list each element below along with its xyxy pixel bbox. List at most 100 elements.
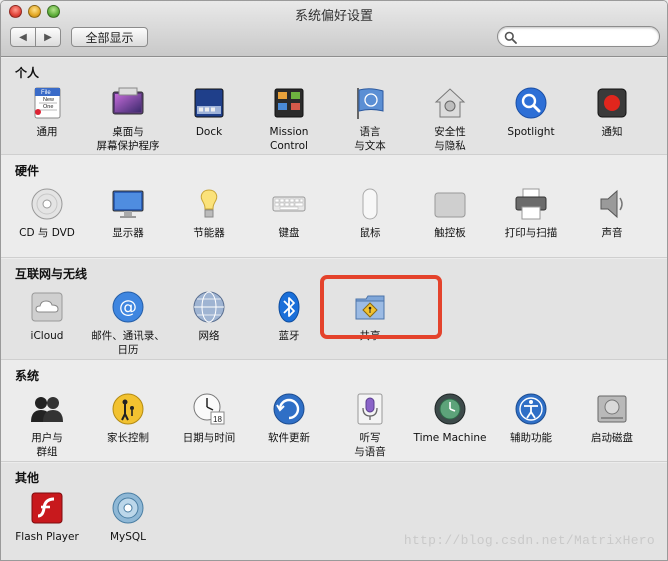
pane-dock[interactable]: Dock	[169, 86, 249, 139]
pane-desktop-screensaver[interactable]: 桌面与 屏幕保护程序	[88, 86, 168, 153]
keyboard-icon	[272, 196, 306, 212]
pane-users-groups[interactable]: 用户与 群组	[7, 392, 87, 459]
clock-calendar-icon: 18	[193, 393, 225, 425]
search-input[interactable]	[520, 29, 654, 44]
pane-label-icloud: iCloud	[30, 330, 64, 342]
pane-mission-control[interactable]: Mission Control	[249, 86, 329, 153]
pane-label-dock: Dock	[195, 126, 223, 138]
pane-label-energy-saver: 节能器	[193, 227, 225, 239]
pane-cd-dvd[interactable]: CD 与 DVD	[7, 187, 87, 240]
flash-player-icon	[31, 492, 63, 524]
pane-label-date-time: 日期与时间	[182, 432, 236, 444]
pane-label-accessibility: 辅助功能	[510, 432, 552, 444]
pane-language-text[interactable]: 语言 与文本	[330, 86, 410, 153]
pane-startup-disk[interactable]: 启动磁盘	[572, 392, 652, 445]
section-personal: 个人 File New One 通用 桌面与 屏幕保护程序 Dock Missi…	[1, 58, 667, 155]
pane-displays[interactable]: 显示器	[88, 187, 168, 240]
pane-label-startup-disk: 启动磁盘	[591, 432, 633, 444]
pane-label-mouse: 鼠标	[359, 227, 381, 239]
icloud-icon	[31, 292, 63, 322]
pane-parental-controls[interactable]: 家长控制	[88, 392, 168, 445]
pane-label-displays: 显示器	[112, 227, 144, 239]
pane-label-bluetooth: 蓝牙	[278, 330, 300, 342]
pane-trackpad[interactable]: 触控板	[410, 187, 490, 240]
sharing-highlight-box	[320, 275, 442, 339]
window-title: 系统偏好设置	[294, 9, 373, 24]
pane-software-update[interactable]: 软件更新	[249, 392, 329, 445]
pane-date-time[interactable]: 18 日期与时间	[169, 392, 249, 445]
spotlight-icon	[515, 87, 547, 119]
watermark: http://blog.csdn.net/MatrixHero	[403, 533, 655, 548]
pane-label-network: 网络	[198, 330, 220, 342]
at-sign-icon: @	[112, 291, 144, 323]
pane-security-privacy[interactable]: 安全性 与隐私	[410, 86, 490, 153]
pane-network[interactable]: 网络	[169, 290, 249, 343]
back-arrow-icon: ◀	[19, 31, 27, 43]
section-title-hardware: 硬件	[15, 164, 40, 178]
hard-disk-icon	[597, 395, 627, 423]
pane-label-language-text: 语言 与文本	[354, 126, 386, 152]
pane-bluetooth[interactable]: 蓝牙	[249, 290, 329, 343]
pane-keyboard[interactable]: 键盘	[249, 187, 329, 240]
microphone-icon	[357, 393, 383, 425]
section-hardware: 硬件 CD 与 DVD 显示器 节能器 键盘 鼠标 触控板 打印与扫描 声音	[1, 156, 667, 258]
show-all-button[interactable]: 全部显示	[71, 27, 148, 47]
svg-text:@: @	[119, 297, 137, 318]
general-icon-text-file: File	[41, 90, 51, 96]
section-title-system: 系统	[15, 369, 40, 383]
search-field[interactable]	[497, 26, 660, 47]
printer-icon	[515, 188, 547, 220]
pane-label-mysql: MySQL	[109, 531, 147, 543]
users-icon	[31, 397, 63, 422]
pane-icloud[interactable]: iCloud	[7, 290, 87, 343]
pane-print-scan[interactable]: 打印与扫描	[491, 187, 571, 240]
trackpad-icon	[434, 192, 466, 218]
pane-label-general: 通用	[36, 126, 58, 138]
pane-mysql[interactable]: MySQL	[88, 491, 168, 544]
pane-energy-saver[interactable]: 节能器	[169, 187, 249, 240]
pane-mouse[interactable]: 鼠标	[330, 187, 410, 240]
pane-notifications[interactable]: 通知	[572, 86, 652, 139]
pane-label-mail-contacts-calendars: 邮件、通讯录、 日历	[91, 330, 165, 356]
pane-label-security-privacy: 安全性 与隐私	[434, 126, 466, 152]
section-title-personal: 个人	[15, 66, 40, 80]
section-system: 系统 用户与 群组 家长控制 18 日期与时间 软件更新 听写 与语音 Time…	[1, 361, 667, 462]
display-icon	[112, 190, 144, 218]
pane-label-desktop-screensaver: 桌面与 屏幕保护程序	[96, 126, 160, 152]
pane-flash-player[interactable]: Flash Player	[7, 491, 87, 544]
pane-label-mission-control: Mission Control	[269, 126, 309, 152]
section-title-internet-wireless: 互联网与无线	[15, 267, 88, 281]
pane-label-notifications: 通知	[601, 126, 623, 138]
software-update-icon	[273, 393, 305, 425]
back-button[interactable]: ◀	[11, 28, 36, 46]
pane-label-dictation-speech: 听写 与语音	[354, 432, 386, 458]
mysql-icon	[112, 492, 144, 524]
pane-label-users-groups: 用户与 群组	[31, 432, 63, 458]
pane-label-cd-dvd: CD 与 DVD	[19, 227, 75, 239]
pane-dictation-speech[interactable]: 听写 与语音	[330, 392, 410, 459]
pane-sound[interactable]: 声音	[572, 187, 652, 240]
pane-time-machine[interactable]: Time Machine	[410, 392, 490, 445]
pane-mail-contacts-calendars[interactable]: @ 邮件、通讯录、 日历	[88, 290, 168, 357]
pane-general[interactable]: File New One 通用	[7, 86, 87, 139]
pane-accessibility[interactable]: 辅助功能	[491, 392, 571, 445]
pane-label-sound: 声音	[601, 227, 623, 239]
parental-controls-icon	[112, 393, 144, 425]
mouse-icon	[362, 188, 378, 220]
accessibility-icon	[515, 393, 547, 425]
pane-label-software-update: 软件更新	[268, 432, 310, 444]
notifications-icon	[597, 88, 627, 118]
pane-label-print-scan: 打印与扫描	[504, 227, 558, 239]
mission-control-icon	[274, 88, 304, 118]
desktop-screensaver-icon	[112, 87, 144, 115]
search-icon	[504, 31, 517, 44]
pane-spotlight[interactable]: Spotlight	[491, 86, 571, 139]
pane-label-spotlight: Spotlight	[507, 126, 555, 138]
forward-arrow-icon: ▶	[44, 31, 52, 43]
bulb-icon	[200, 189, 218, 218]
calendar-day-text: 18	[213, 415, 222, 424]
forward-button[interactable]: ▶	[36, 28, 60, 46]
section-title-other: 其他	[15, 471, 40, 485]
pane-label-time-machine: Time Machine	[413, 432, 487, 444]
back-forward-control: ◀ ▶	[10, 27, 61, 47]
